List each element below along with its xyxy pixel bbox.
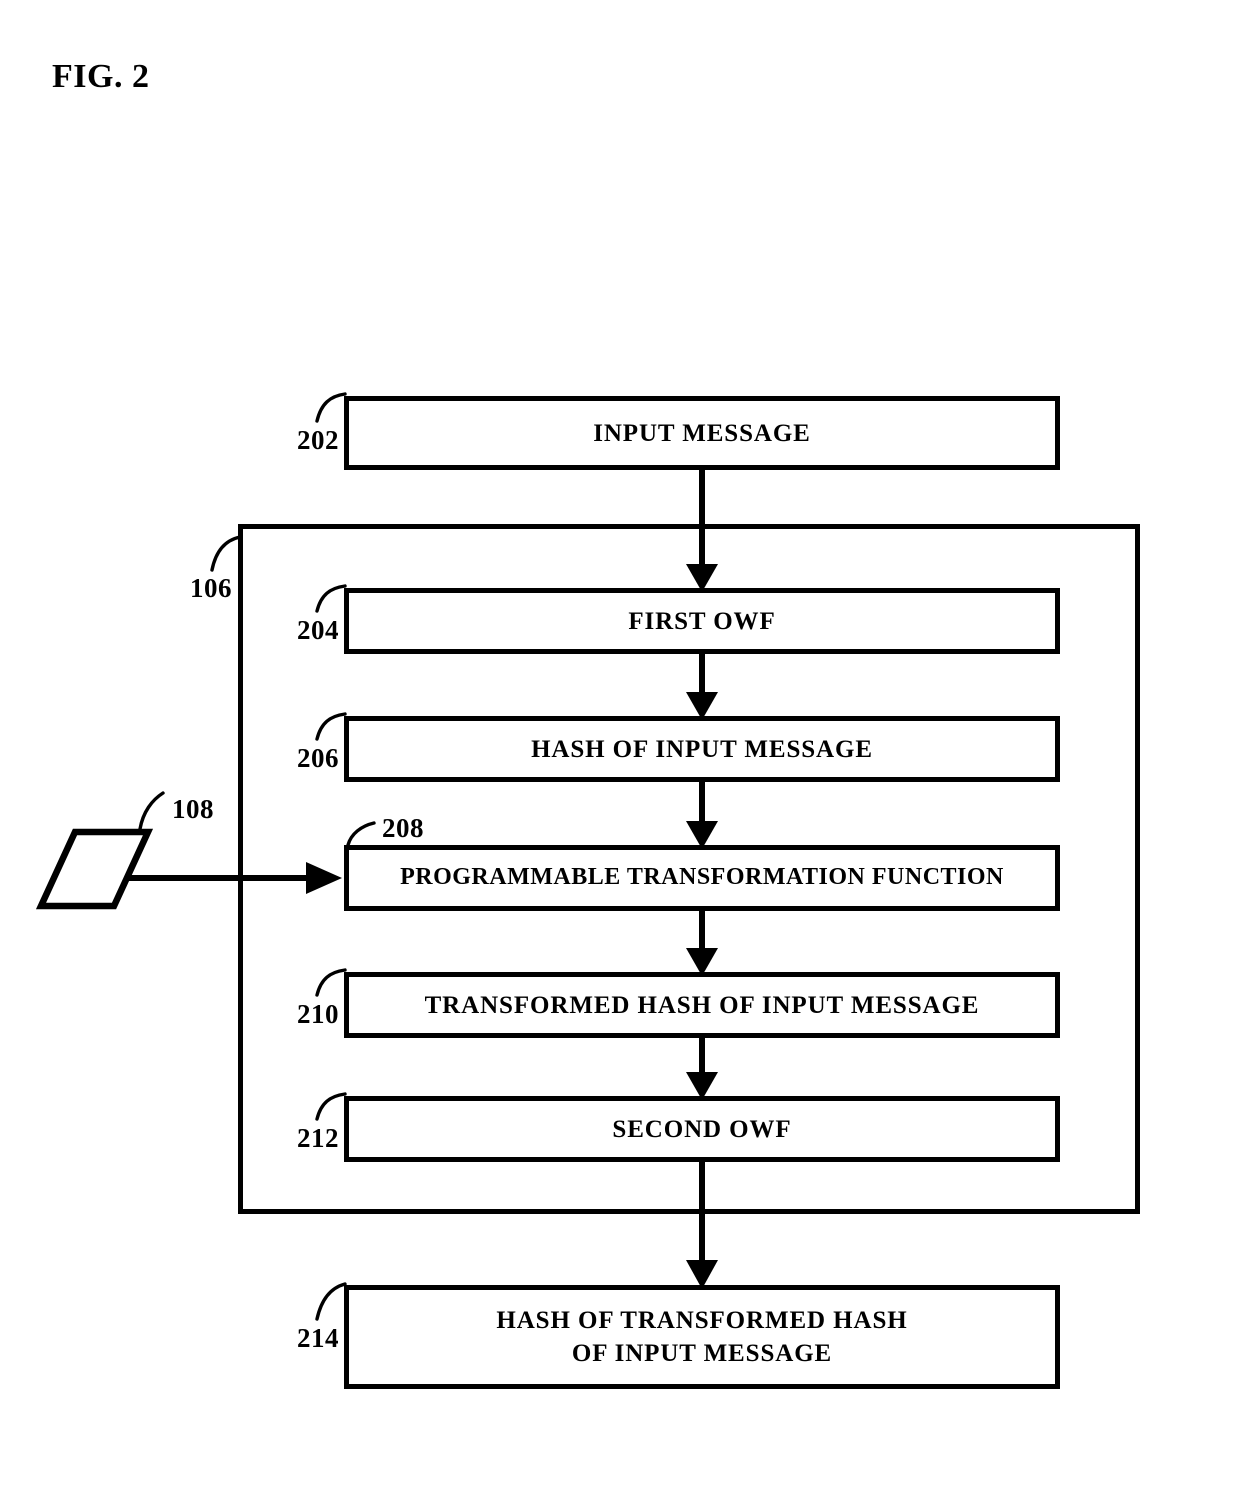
box-206-hash-of-input-message[interactable]: HASH OF INPUT MESSAGE: [344, 716, 1060, 782]
box-208-programmable-transformation-function[interactable]: PROGRAMMABLE TRANSFORMATION FUNCTION: [344, 845, 1060, 911]
ref-numeral-106: 106: [190, 573, 232, 603]
figure-title: FIG. 2: [52, 58, 150, 95]
box-214-label: HASH OF TRANSFORMED HASH OF INPUT MESSAG…: [496, 1307, 908, 1367]
ref-numeral-214: 214: [297, 1323, 339, 1353]
ref-numeral-108: 108: [172, 794, 214, 824]
ref-numeral-212: 212: [297, 1123, 339, 1153]
ref-numeral-208: 208: [382, 813, 424, 843]
leader-line-202: [315, 392, 347, 423]
box-204-first-owf[interactable]: FIRST OWF: [344, 588, 1060, 654]
box-202-input-message[interactable]: INPUT MESSAGE: [344, 396, 1060, 470]
box-210-label: TRANSFORMED HASH OF INPUT MESSAGE: [424, 991, 980, 1019]
box-204-label: FIRST OWF: [628, 607, 776, 635]
ref-numeral-210: 210: [297, 999, 339, 1029]
ref-numeral-204: 204: [297, 615, 339, 645]
leader-line-106: [210, 535, 242, 572]
box-214-hash-of-transformed-hash[interactable]: HASH OF TRANSFORMED HASH OF INPUT MESSAG…: [344, 1285, 1060, 1389]
box-208-label: PROGRAMMABLE TRANSFORMATION FUNCTION: [400, 864, 1004, 891]
ref-numeral-202: 202: [297, 425, 339, 455]
box-206-label: HASH OF INPUT MESSAGE: [531, 735, 873, 763]
box-202-label: INPUT MESSAGE: [593, 419, 811, 447]
leader-line-108: [138, 791, 165, 831]
leader-line-214: [315, 1282, 347, 1321]
parallelogram-108-external-input[interactable]: [35, 828, 154, 910]
box-212-second-owf[interactable]: SECOND OWF: [344, 1096, 1060, 1162]
box-210-transformed-hash-of-input-message[interactable]: TRANSFORMED HASH OF INPUT MESSAGE: [344, 972, 1060, 1038]
box-212-label: SECOND OWF: [612, 1115, 792, 1143]
figure-page: FIG. 2 INPUT MESSAGE FIRST OWF HASH OF I…: [0, 0, 1240, 1486]
ref-numeral-206: 206: [297, 743, 339, 773]
